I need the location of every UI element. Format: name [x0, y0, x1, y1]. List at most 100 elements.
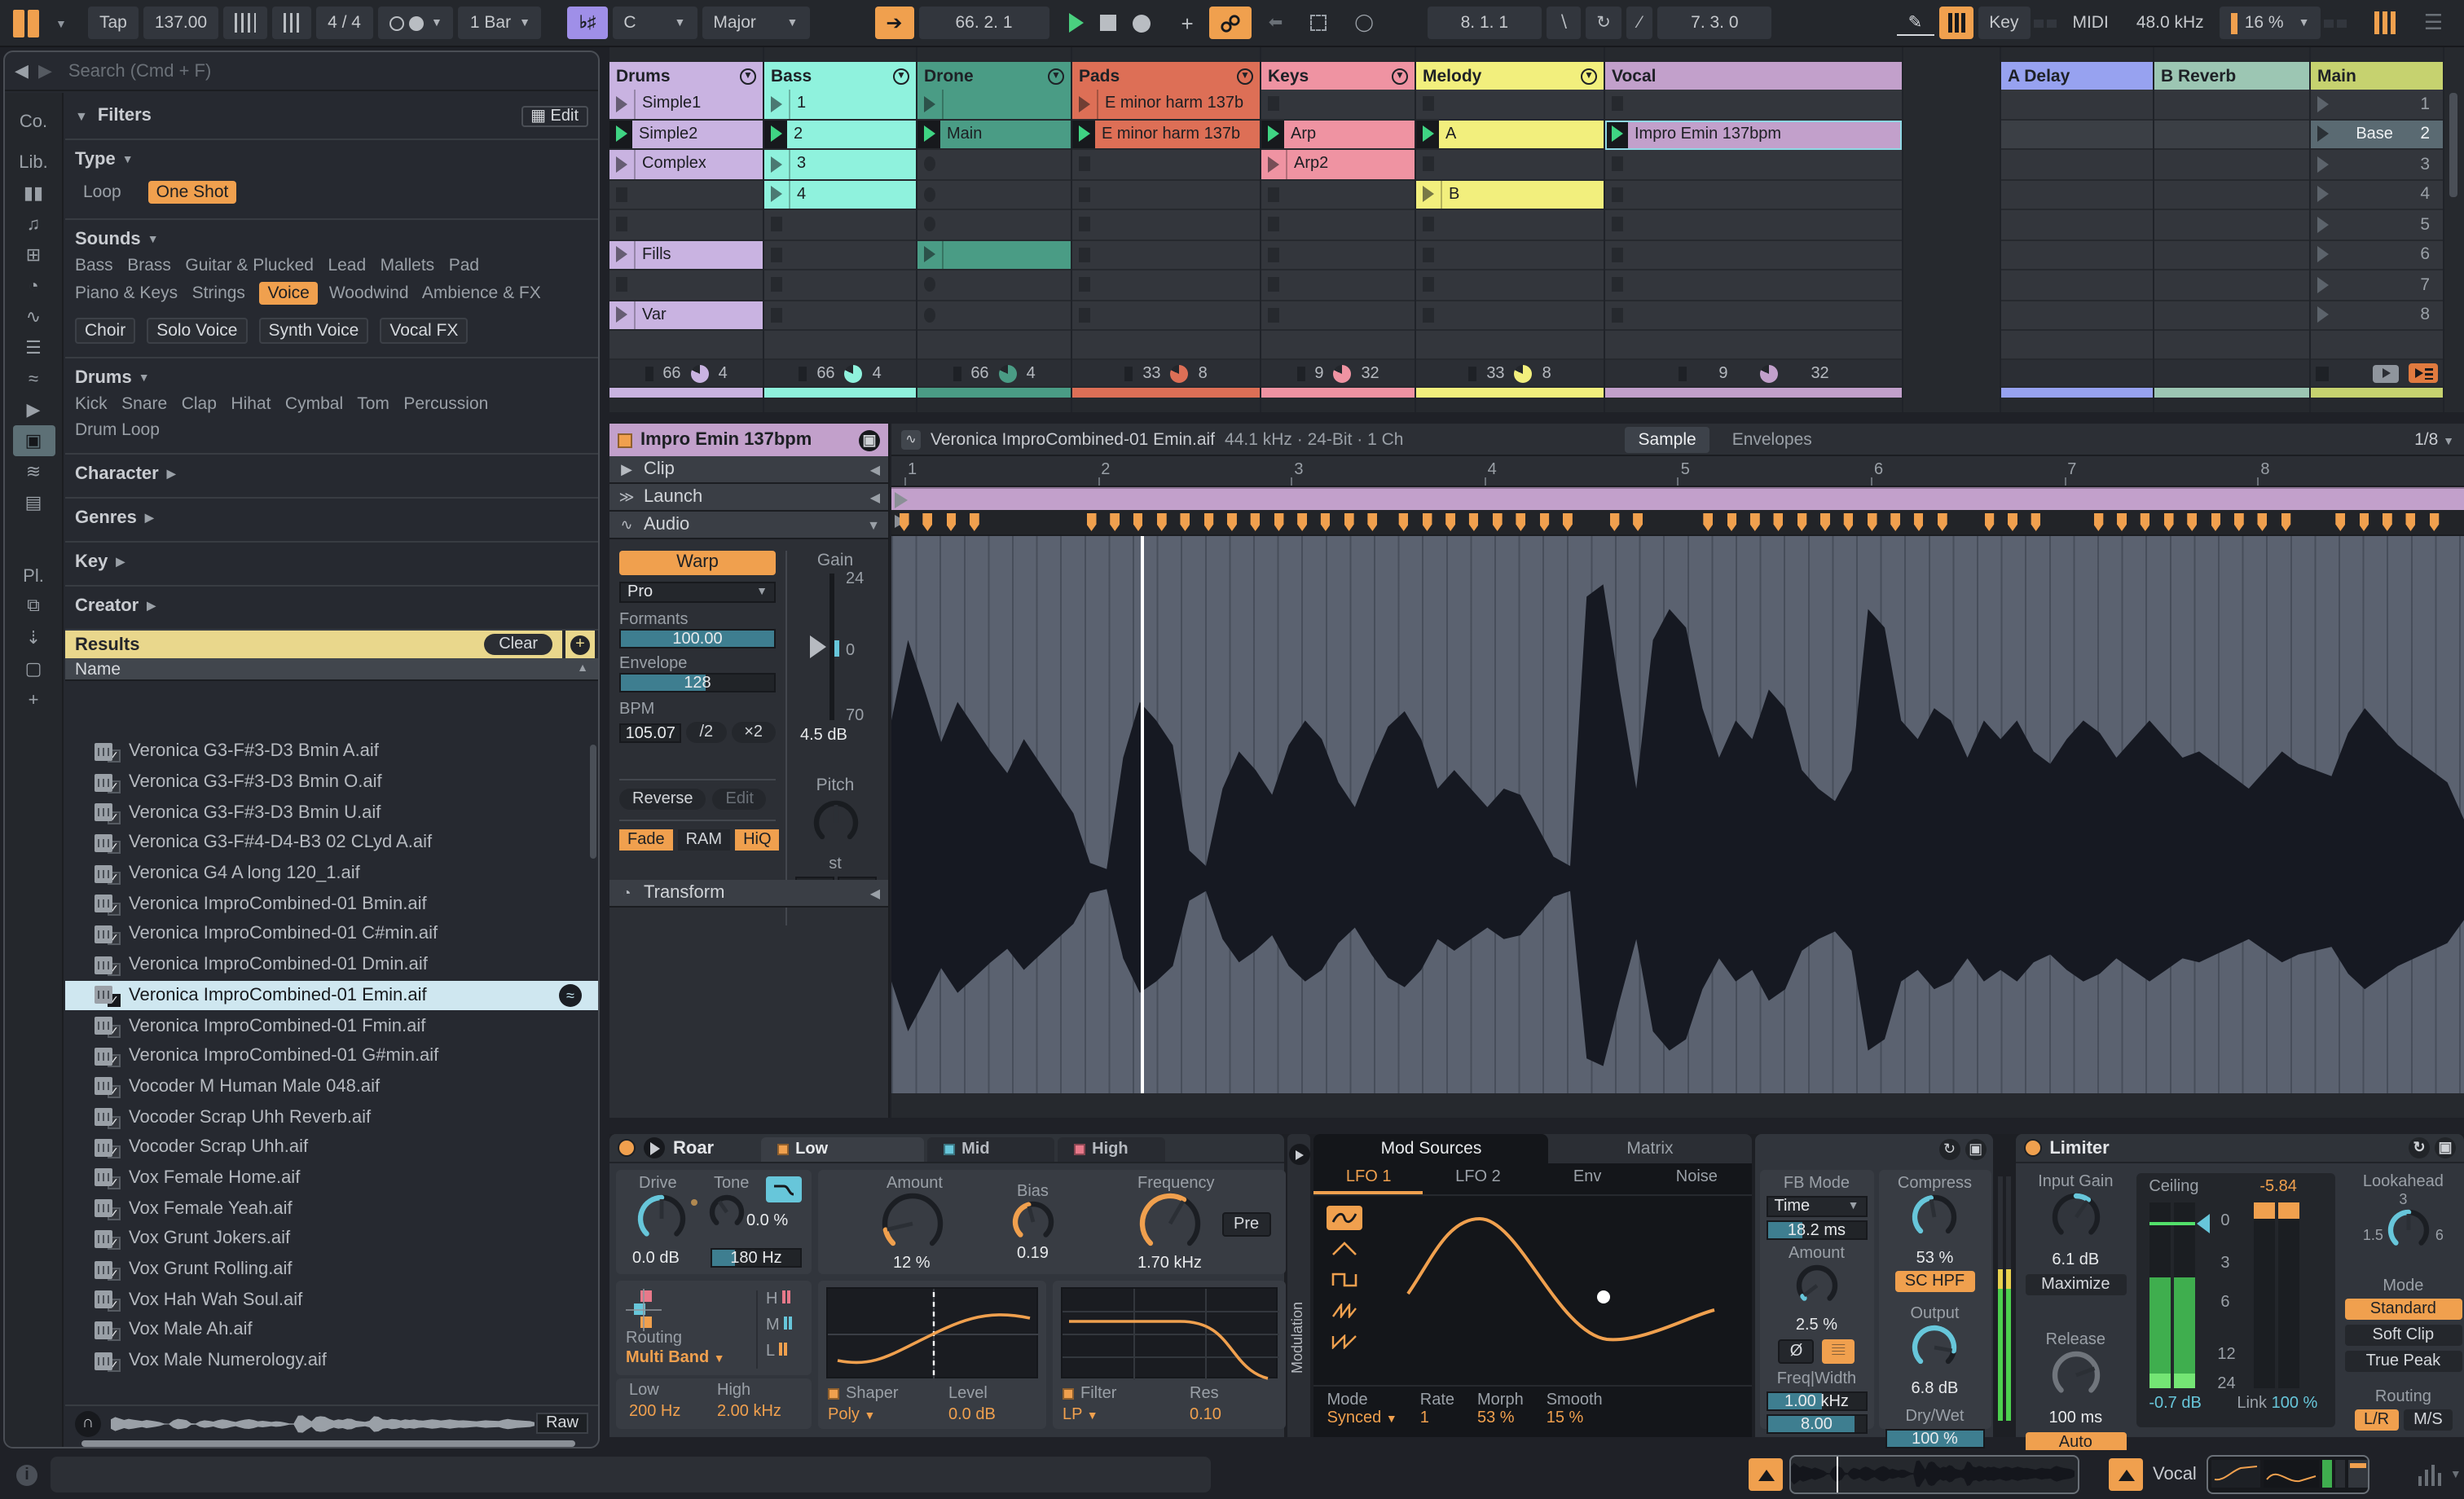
draw-mode-button[interactable] — [1299, 7, 1338, 39]
reverse-button[interactable]: Reverse — [619, 789, 706, 810]
filter-section-genres[interactable]: Genres ▶ — [65, 499, 598, 543]
amount-knob[interactable] — [880, 1191, 945, 1264]
pre-button[interactable]: Pre — [1222, 1212, 1271, 1237]
return-slot[interactable] — [2154, 90, 2309, 120]
scene-slot[interactable]: 3 — [2311, 150, 2443, 180]
file-row[interactable]: ✓ Veronica G4 A long 120_1.aif — [65, 859, 598, 889]
voice-chip[interactable]: Synth Voice — [258, 318, 369, 344]
name-column-header[interactable]: Name ▲ — [65, 658, 598, 681]
sidebar-collections[interactable]: Co. — [12, 106, 55, 137]
clip-slot[interactable] — [764, 210, 916, 240]
return-slot[interactable] — [2154, 150, 2309, 180]
root-note-menu[interactable]: C ▼ — [612, 7, 697, 39]
shaper-level-value[interactable]: 0.0 dB — [948, 1406, 996, 1424]
clips-icon[interactable]: ▶ — [12, 394, 55, 425]
computer-midi-keyboard-button[interactable] — [1938, 7, 1973, 39]
midi-effects-icon[interactable]: ∿ — [12, 301, 55, 332]
clip-slot[interactable] — [764, 240, 916, 270]
clip-slot[interactable]: Impro Emin 137bpm — [1605, 120, 1902, 150]
filter-one-shot[interactable]: One Shot — [147, 181, 237, 204]
warp-marker[interactable] — [1749, 513, 1760, 531]
crossover-low-value[interactable]: 200 Hz — [629, 1403, 680, 1421]
warp-marker[interactable] — [2335, 513, 2346, 531]
lfo-shape-square[interactable] — [1327, 1268, 1363, 1292]
warp-marker[interactable] — [1367, 513, 1378, 531]
samples-icon[interactable]: ▣ — [12, 425, 55, 456]
fb-mode-menu[interactable]: Time ▼ — [1766, 1196, 1868, 1217]
track-header[interactable]: B Reverb — [2154, 62, 2309, 90]
clip-slot[interactable] — [917, 301, 1071, 331]
scene-slot[interactable]: Base 2 — [2311, 120, 2443, 150]
track-menu-icon[interactable]: ▼ — [1237, 68, 1253, 84]
clip-slot[interactable] — [1416, 210, 1604, 240]
warp-marker[interactable] — [1797, 513, 1807, 531]
plugins-icon[interactable]: ≈ — [12, 363, 55, 394]
clip-section-header[interactable]: ▶ Clip ◀ — [609, 456, 888, 484]
formants-slider[interactable]: 100.00 — [619, 629, 776, 648]
limiter-header[interactable]: Limiter ↻ ▣ — [2015, 1134, 2464, 1163]
track-menu-icon[interactable]: ▼ — [740, 68, 756, 84]
clip-slot[interactable] — [764, 301, 916, 331]
file-row[interactable]: ✓ Vocoder Scrap Uhh Reverb.aif — [65, 1102, 598, 1132]
clip-slot[interactable] — [1072, 301, 1260, 331]
warp-marker[interactable] — [2257, 513, 2268, 531]
warp-marker[interactable] — [1890, 513, 1901, 531]
file-row[interactable]: ✓ Vox Male Ah.aif — [65, 1315, 598, 1345]
waveform-display[interactable] — [891, 536, 2464, 1093]
shaper-mode-menu[interactable]: Poly ▼ — [828, 1406, 875, 1424]
file-row[interactable]: ✓ Veronica ImproCombined-01 C#min.aif — [65, 919, 598, 949]
file-row[interactable]: ✓ Veronica G3-F#3-D3 Bmin O.aif — [65, 767, 598, 797]
clip-slot[interactable]: Var — [609, 301, 763, 331]
warp-marker[interactable] — [1086, 513, 1097, 531]
logo-menu-caret-icon[interactable]: ▼ — [55, 20, 67, 31]
mode-standard-button[interactable]: Standard — [2344, 1299, 2462, 1320]
mode-true-peak-button[interactable]: True Peak — [2344, 1351, 2462, 1372]
hiq-toggle[interactable]: HiQ — [735, 829, 780, 851]
compress-knob[interactable] — [1910, 1193, 1959, 1250]
warp-marker[interactable] — [1727, 513, 1737, 531]
clip-slot[interactable] — [1605, 90, 1902, 120]
warp-marker[interactable] — [1344, 513, 1354, 531]
shaper-curve-graph[interactable] — [826, 1287, 1040, 1383]
save-preset-icon[interactable]: ▣ — [1965, 1139, 1987, 1160]
browser-vertical-scrollbar[interactable] — [590, 745, 596, 859]
clip-slot[interactable] — [1261, 180, 1415, 210]
raw-preview-button[interactable]: Raw — [535, 1413, 588, 1434]
mod-source-tab-env[interactable]: Env — [1533, 1163, 1642, 1194]
ram-toggle[interactable]: RAM — [677, 829, 731, 851]
clip-slot[interactable] — [917, 240, 1071, 270]
file-row[interactable]: ✓Vox Pray.aif — [65, 1376, 598, 1378]
warp-marker[interactable] — [2163, 513, 2174, 531]
clip-slot[interactable] — [917, 90, 1071, 120]
arrangement-record-button[interactable] — [1132, 14, 1151, 32]
track-header[interactable]: Vocal — [1605, 62, 1902, 90]
session-record-button[interactable] — [1209, 7, 1252, 39]
warp-marker[interactable] — [1633, 513, 1643, 531]
lfo-shape-sine[interactable] — [1327, 1206, 1363, 1230]
track-menu-icon[interactable]: ▼ — [1048, 68, 1064, 84]
warp-marker[interactable] — [1203, 513, 1214, 531]
warp-marker[interactable] — [1320, 513, 1331, 531]
device-on-toggle[interactable] — [618, 1139, 636, 1157]
warp-marker[interactable] — [1180, 513, 1190, 531]
transform-section-header[interactable]: ◔ Transform ◀ — [609, 880, 888, 908]
bpm-half-button[interactable]: /2 — [686, 722, 727, 743]
envelope-slider[interactable]: 128 — [619, 673, 776, 692]
warp-marker[interactable] — [1492, 513, 1503, 531]
clip-slot[interactable] — [1416, 90, 1604, 120]
clip-slot[interactable]: Arp2 — [1261, 150, 1415, 180]
input-gain-value[interactable]: 6.1 dB — [2025, 1251, 2126, 1269]
instruments-icon[interactable]: ⊞ — [12, 240, 55, 270]
follow-button[interactable]: ➔ — [874, 7, 914, 39]
warp-marker[interactable] — [1703, 513, 1714, 531]
clip-slot[interactable] — [1605, 270, 1902, 301]
collapse-icon[interactable]: ◀ — [870, 886, 880, 900]
tone-frequency-slider[interactable]: 180 Hz — [711, 1248, 802, 1268]
tone-value[interactable]: 0.0 % — [746, 1212, 788, 1230]
time-signature-field[interactable]: 4 / 4 — [316, 7, 372, 39]
return-slot[interactable] — [2001, 301, 2153, 331]
add-folder-icon[interactable]: + — [12, 684, 55, 715]
clip-slot[interactable] — [609, 210, 763, 240]
punch-out-switch[interactable]: ∕ — [1626, 7, 1653, 39]
warp-marker[interactable] — [2405, 513, 2416, 531]
